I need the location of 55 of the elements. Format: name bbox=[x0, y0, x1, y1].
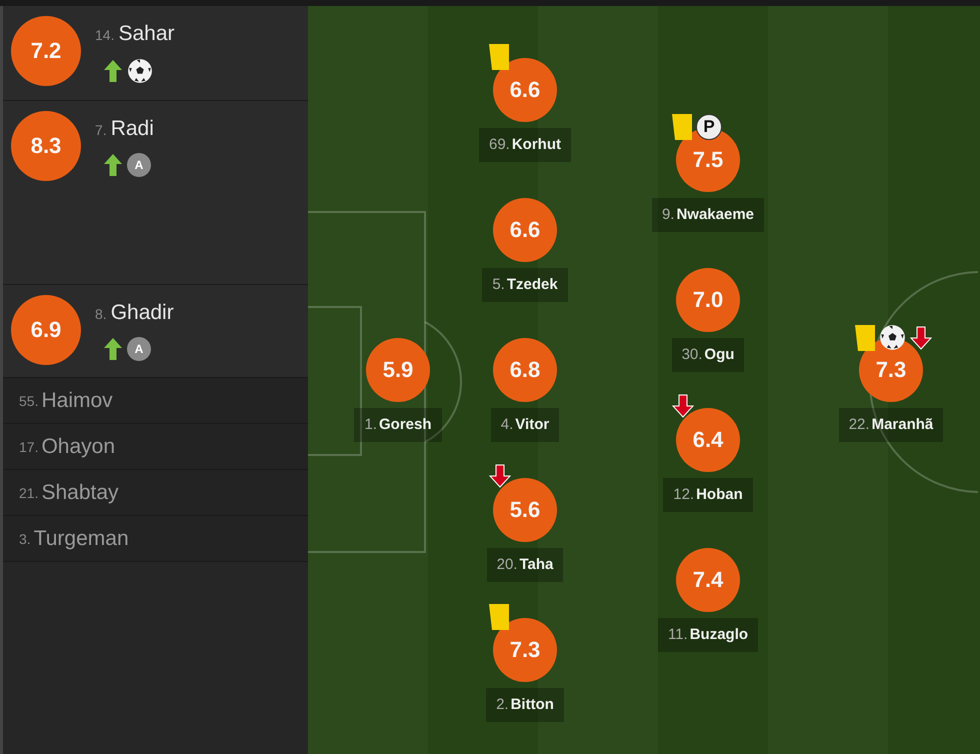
player-name: Ohayon bbox=[41, 434, 116, 458]
rating-badge[interactable]: 6.8 bbox=[492, 338, 557, 402]
up-arrow-icon bbox=[103, 153, 123, 177]
up-arrow-icon bbox=[103, 59, 123, 83]
player-name: Radi bbox=[110, 117, 154, 141]
player-label[interactable]: 22.Maranhã bbox=[838, 408, 944, 442]
rating-badge[interactable]: 7.4 bbox=[676, 548, 740, 612]
player-label[interactable]: 9.Nwakaeme bbox=[652, 198, 764, 232]
rating-badge[interactable]: 6.6 bbox=[493, 198, 557, 262]
substitute-row[interactable]: 6.9 8. Ghadir A bbox=[3, 285, 308, 378]
rating-badge[interactable]: 6.4 bbox=[676, 408, 740, 472]
player-label[interactable]: 5.Tzedek bbox=[482, 268, 568, 302]
booking-card-icon bbox=[488, 44, 509, 70]
up-arrow-icon bbox=[103, 337, 123, 361]
player-label[interactable]: 2.Bitton bbox=[486, 688, 564, 722]
substitute-row[interactable]: 7.2 14. Sahar bbox=[3, 6, 308, 101]
soccer-ball-icon bbox=[878, 324, 906, 351]
player-label[interactable]: 11.Buzaglo bbox=[658, 618, 758, 652]
down-arrow-icon bbox=[672, 394, 694, 418]
player-name: Shabtay bbox=[41, 480, 119, 504]
player-label[interactable]: 1.Goresh bbox=[354, 408, 442, 442]
down-arrow-icon bbox=[910, 326, 932, 350]
player-name: Sahar bbox=[118, 22, 175, 46]
player-name: Haimov bbox=[41, 388, 113, 412]
assist-badge: A bbox=[127, 153, 151, 177]
down-arrow-icon bbox=[488, 464, 511, 488]
rating-badge[interactable]: 7.0 bbox=[676, 268, 740, 332]
player-label[interactable]: 20.Taha bbox=[486, 548, 564, 582]
player-label[interactable]: 12.Hoban bbox=[663, 478, 753, 512]
rating-badge: 7.2 bbox=[11, 16, 81, 86]
assist-badge: A bbox=[127, 337, 151, 361]
booking-card-icon bbox=[489, 604, 509, 630]
penalty-goal-badge: P bbox=[696, 114, 722, 140]
rating-badge[interactable]: 5.6 bbox=[492, 478, 557, 542]
player-number: 3. bbox=[19, 530, 31, 546]
player-label[interactable]: 30.Ogu bbox=[672, 338, 744, 372]
rating-badge[interactable]: 7.3 bbox=[493, 618, 557, 682]
player-name: Turgeman bbox=[34, 526, 129, 550]
substitute-row[interactable]: 8.3 7. Radi A bbox=[3, 101, 308, 285]
booking-card-icon bbox=[672, 114, 692, 140]
player-number: 7. bbox=[95, 122, 107, 138]
rating-badge[interactable]: 6.6 bbox=[492, 58, 557, 122]
player-name: Ghadir bbox=[110, 301, 174, 325]
player-label[interactable]: 69.Korhut bbox=[478, 128, 571, 162]
player-number: 17. bbox=[19, 438, 38, 454]
player-number: 55. bbox=[19, 392, 38, 408]
player-label[interactable]: 4.Vitor bbox=[490, 408, 560, 442]
rating-badge[interactable]: 5.9 bbox=[366, 338, 430, 402]
rating-badge: 8.3 bbox=[11, 111, 81, 181]
player-number: 8. bbox=[95, 306, 107, 322]
rating-badge: 6.9 bbox=[11, 295, 81, 365]
booking-card-icon bbox=[854, 324, 875, 350]
player-number: 21. bbox=[19, 484, 38, 500]
soccer-ball-icon bbox=[127, 58, 153, 84]
player-number: 14. bbox=[95, 27, 114, 43]
